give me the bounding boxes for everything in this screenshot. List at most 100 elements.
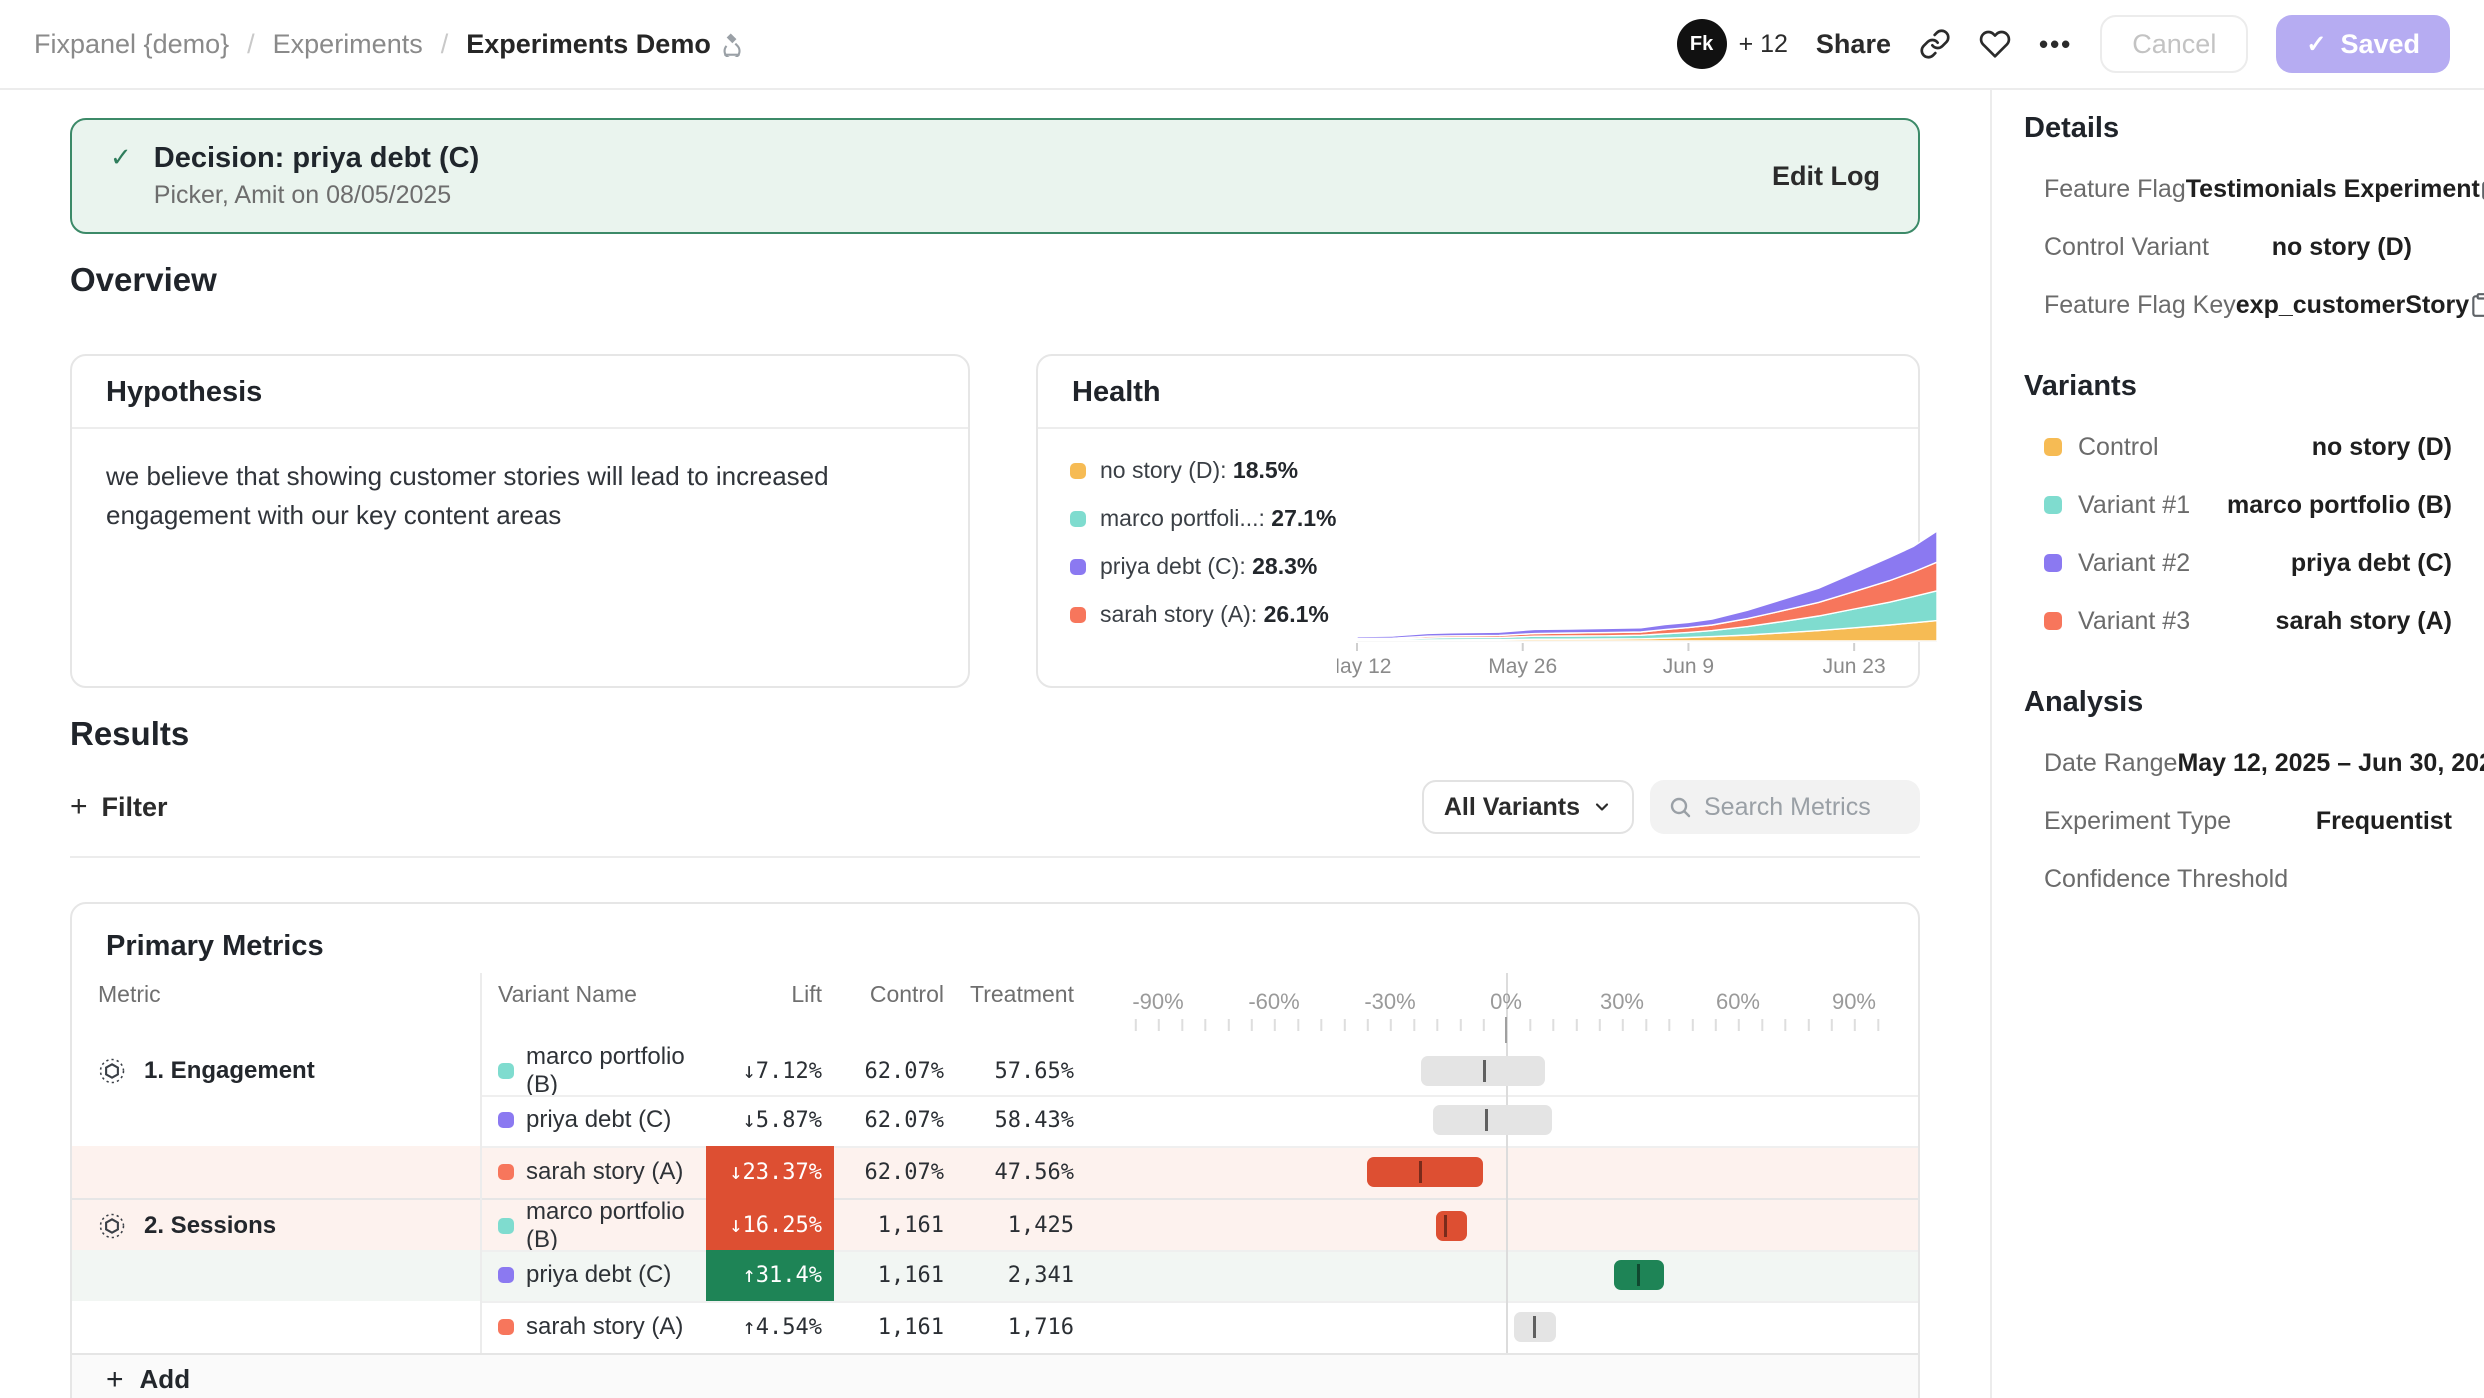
treatment-value: 58.43% [950, 1095, 1078, 1147]
breadcrumb-separator: / [247, 29, 255, 60]
lift-value: ↓16.25% [706, 1198, 834, 1254]
variant-slot-label: Variant #2 [2078, 549, 2190, 578]
hypothesis-title: Hypothesis [72, 356, 968, 429]
variant-slot-label: Control [2078, 433, 2159, 462]
variant-filter-dropdown[interactable]: All Variants [1422, 780, 1634, 834]
variant-name: marco portfolio (B) [526, 1043, 706, 1099]
axis-tick-label: -30% [1364, 989, 1415, 1015]
axis-tick-label: 30% [1600, 989, 1644, 1015]
collaborators-count[interactable]: + 12 [1739, 30, 1788, 59]
variant-slot-label: Variant #1 [2078, 491, 2190, 520]
variant-color-chip [2044, 438, 2062, 456]
add-metric-button[interactable]: + Add [106, 1363, 190, 1397]
favorite-heart-icon[interactable] [1979, 28, 2011, 60]
legend-item: sarah story (A): 26.1% [1070, 601, 1337, 628]
variant-color-chip [498, 1164, 514, 1180]
variant-color-chip [498, 1112, 514, 1128]
cancel-button[interactable]: Cancel [2100, 15, 2248, 73]
check-icon: ✓ [2306, 30, 2326, 59]
avatar[interactable]: Fk [1677, 19, 1727, 69]
variant-color-chip [498, 1267, 514, 1283]
treatment-value: 57.65% [950, 1043, 1078, 1099]
decision-banner: ✓ Decision: priya debt (C) Picker, Amit … [70, 118, 1920, 234]
variant-color-chip [2044, 554, 2062, 572]
detail-row: Control Variantno story (D) [2024, 218, 2452, 276]
add-filter-button[interactable]: + Filter [70, 790, 168, 824]
axis-zero-tick [1505, 1017, 1507, 1043]
variant-color-chip [498, 1063, 514, 1079]
control-value: 1,161 [834, 1250, 950, 1302]
col-metric: Metric [72, 973, 482, 1043]
variants-rows: Controlno story (D) Variant #1 marco portf… [2024, 418, 2452, 650]
analysis-label: Confidence Threshold [2044, 865, 2288, 894]
details-heading: Details [2024, 104, 2452, 152]
axis-header-cell: -90%-60%-30%0%30%60%90% [1078, 973, 1918, 1043]
variant-row: Variant #1 marco portfolio (B) [2024, 476, 2452, 534]
detail-label: Control Variant [2044, 233, 2209, 262]
treatment-value: 2,341 [950, 1250, 1078, 1302]
metrics-rows: 1. Engagementmarco portfolio (B)↓7.12%62… [72, 1043, 1918, 1353]
metric-name: 1. Engagement [144, 1057, 315, 1085]
metric-row[interactable]: priya debt (C)↓5.87%62.07%58.43% [72, 1095, 1918, 1147]
variant-color-chip [2044, 612, 2062, 630]
svg-text:Jun 23: Jun 23 [1822, 655, 1885, 678]
axis-tick-label: 60% [1716, 989, 1760, 1015]
confidence-mean-tick [1637, 1264, 1640, 1286]
metric-row[interactable]: sarah story (A)↓23.37%62.07%47.56% [72, 1146, 1918, 1198]
variant-name: marco portfolio (B) [526, 1198, 706, 1254]
lift-value: ↑4.54% [706, 1301, 834, 1353]
variant-value: marco portfolio (B) [2227, 491, 2452, 520]
control-value: 62.07% [834, 1095, 950, 1147]
more-options-icon[interactable]: ••• [2039, 29, 2072, 60]
detail-row: Feature FlagTestimonials Experiment [2024, 160, 2452, 218]
metric-row[interactable]: sarah story (A)↑4.54%1,1611,716 [72, 1301, 1918, 1353]
metric-target-icon [98, 1212, 126, 1240]
legend-color-chip [1070, 559, 1086, 575]
legend-color-chip [1070, 511, 1086, 527]
metric-row[interactable]: 2. Sessionsmarco portfolio (B)↓16.25%1,1… [72, 1198, 1918, 1250]
metric-row[interactable]: priya debt (C)↑31.4%1,1612,341 [72, 1250, 1918, 1302]
confidence-interval-bar [1436, 1211, 1467, 1241]
health-card: Health no story (D): 18.5%marco portfoli… [1036, 354, 1920, 688]
confidence-interval-bar [1367, 1157, 1483, 1187]
clipboard-icon[interactable] [2469, 292, 2484, 318]
edit-log-button[interactable]: Edit Log [1772, 161, 1880, 192]
control-value: 62.07% [834, 1043, 950, 1099]
share-button[interactable]: Share [1816, 29, 1891, 60]
saved-button[interactable]: ✓ Saved [2276, 15, 2450, 73]
variant-row: Controlno story (D) [2024, 418, 2452, 476]
breadcrumb-experiments[interactable]: Experiments [273, 29, 423, 60]
treatment-value: 1,716 [950, 1301, 1078, 1353]
metric-row[interactable]: 1. Engagementmarco portfolio (B)↓7.12%62… [72, 1043, 1918, 1095]
detail-row: Feature Flag Keyexp_customerStory [2024, 276, 2452, 334]
detail-value: exp_customerStory [2236, 291, 2469, 320]
results-heading: Results [70, 710, 1920, 758]
variants-heading: Variants [2024, 362, 2452, 410]
search-metrics-input[interactable] [1704, 793, 1902, 822]
breadcrumb-project[interactable]: Fixpanel {demo} [34, 29, 229, 60]
external-link-icon[interactable] [2480, 176, 2484, 202]
axis-tick-label: 90% [1832, 989, 1876, 1015]
metric-target-icon [98, 1057, 126, 1085]
detail-value: Testimonials Experiment [2186, 175, 2480, 204]
variant-color-chip [498, 1218, 514, 1234]
decision-title: Decision: priya debt (C) [154, 142, 480, 175]
axis-tick-label: 0% [1490, 989, 1522, 1015]
top-bar: Fixpanel {demo} / Experiments / Experime… [0, 0, 2484, 90]
variant-color-chip [498, 1319, 514, 1335]
legend-color-chip [1070, 463, 1086, 479]
copy-link-icon[interactable] [1919, 28, 1951, 60]
experiment-page: Fixpanel {demo} / Experiments / Experime… [0, 0, 2484, 1398]
confidence-mean-tick [1444, 1215, 1447, 1237]
breadcrumb-current: Experiments Demo [466, 29, 747, 60]
detail-label: Feature Flag Key [2044, 291, 2236, 320]
analysis-row: Confidence Threshold [2024, 850, 2452, 908]
confidence-mean-tick [1533, 1316, 1536, 1338]
metrics-table-header: Metric Variant Name Lift Control Treatme… [72, 973, 1918, 1043]
svg-text:May 26: May 26 [1488, 655, 1557, 678]
variant-value: priya debt (C) [2291, 549, 2452, 578]
variant-name: sarah story (A) [526, 1158, 683, 1186]
control-value: 62.07% [834, 1146, 950, 1198]
microscope-icon [721, 31, 747, 57]
health-chart: May 12May 26Jun 9Jun 23 [1337, 429, 1961, 685]
